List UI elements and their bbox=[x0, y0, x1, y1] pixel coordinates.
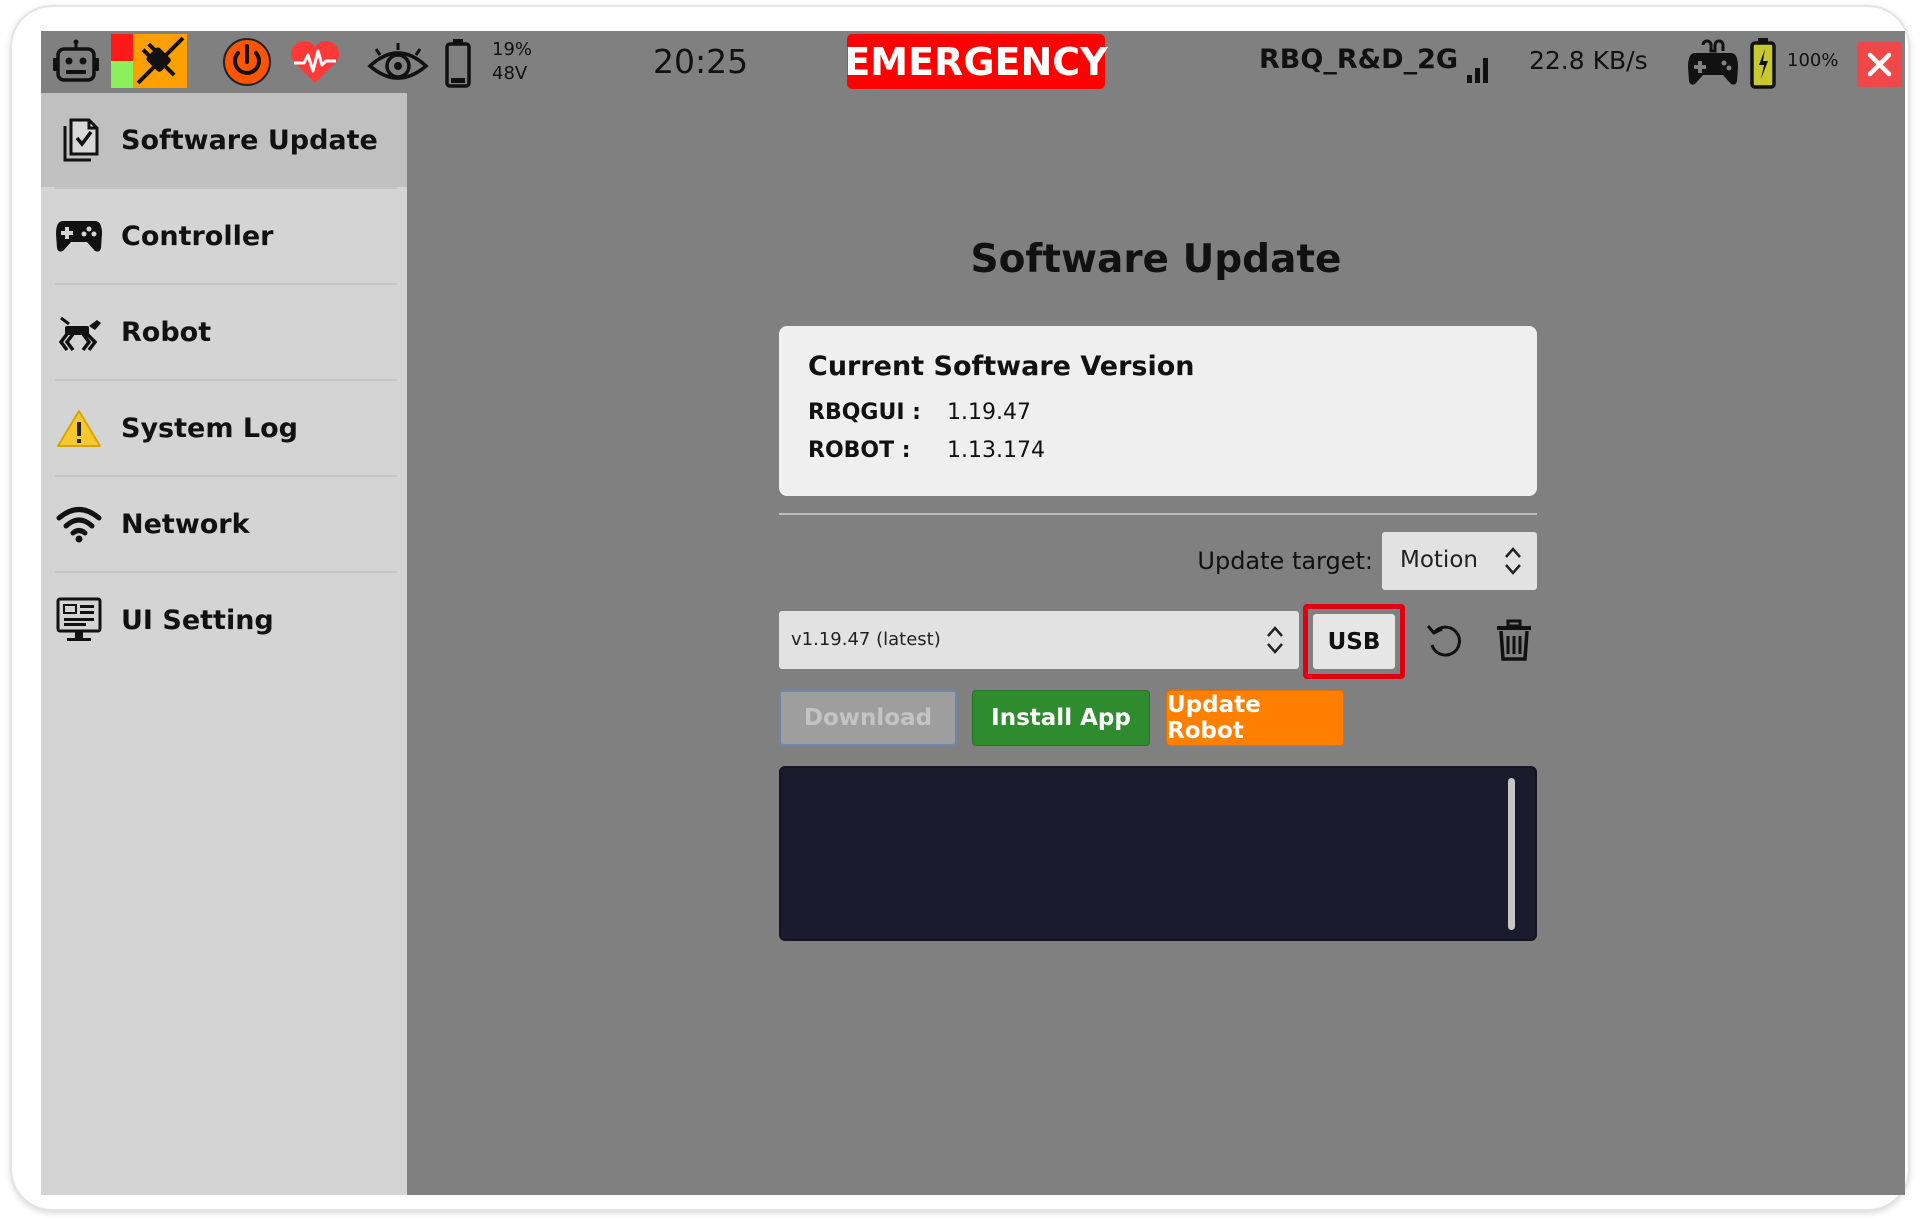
updown-chevron-icon bbox=[1265, 624, 1285, 660]
close-button[interactable] bbox=[1857, 42, 1902, 87]
battery-icon bbox=[443, 38, 473, 88]
card-title: Current Software Version bbox=[808, 351, 1195, 382]
sidebar-item-software-update[interactable]: Software Update bbox=[41, 93, 407, 187]
robot-dog-icon bbox=[55, 308, 103, 356]
status-bar: 19% 48V 20:25 EMERGENCY RBQ_R&D_2G 22.8 … bbox=[41, 31, 1905, 93]
controller-battery-icon bbox=[1749, 37, 1777, 89]
usb-button[interactable]: USB bbox=[1313, 614, 1395, 669]
sidebar-item-robot[interactable]: Robot bbox=[41, 285, 407, 379]
sidebar-item-label: Software Update bbox=[121, 124, 378, 156]
version-select-value: v1.19.47 (latest) bbox=[791, 629, 941, 650]
power-plug-icon bbox=[111, 34, 187, 88]
refresh-icon bbox=[1426, 625, 1461, 657]
delete-button[interactable] bbox=[1496, 619, 1532, 665]
battery-percent: 19% bbox=[492, 39, 533, 60]
robot-version-label: ROBOT : bbox=[808, 438, 911, 463]
battery-voltage: 48V bbox=[492, 63, 528, 84]
monitor-icon bbox=[55, 596, 103, 644]
current-version-card: Current Software Version RBQGUI : 1.19.4… bbox=[779, 326, 1537, 496]
network-name: RBQ_R&D_2G bbox=[1259, 44, 1459, 75]
sidebar-item-system-log[interactable]: System Log bbox=[41, 381, 407, 475]
page-title: Software Update bbox=[970, 237, 1342, 282]
power-icon[interactable] bbox=[221, 37, 273, 87]
update-robot-button[interactable]: Update Robot bbox=[1166, 690, 1344, 746]
install-app-button[interactable]: Install App bbox=[972, 690, 1150, 746]
update-target-select[interactable]: Motion bbox=[1382, 532, 1537, 590]
app-screen: 19% 48V 20:25 EMERGENCY RBQ_R&D_2G 22.8 … bbox=[41, 31, 1905, 1195]
trash-icon bbox=[1497, 619, 1531, 661]
signal-icon bbox=[1465, 55, 1493, 85]
clock: 20:25 bbox=[653, 42, 749, 81]
eye-icon bbox=[367, 42, 429, 84]
emergency-button[interactable]: EMERGENCY bbox=[844, 34, 1108, 89]
heartbeat-icon bbox=[288, 39, 342, 85]
sidebar-item-label: System Log bbox=[121, 412, 298, 444]
sidebar-item-ui-setting[interactable]: UI Setting bbox=[41, 573, 407, 667]
gamepad-icon bbox=[1687, 39, 1739, 87]
version-select[interactable]: v1.19.47 (latest) bbox=[779, 611, 1299, 669]
download-button[interactable]: Download bbox=[779, 690, 957, 746]
update-target-label: Update target: bbox=[1197, 547, 1373, 575]
log-console[interactable] bbox=[779, 766, 1537, 941]
log-scrollbar[interactable] bbox=[1508, 778, 1515, 930]
robot-version-value: 1.13.174 bbox=[947, 438, 1045, 463]
sidebar: Software Update Controller Robot System … bbox=[41, 93, 407, 1195]
robot-icon bbox=[51, 39, 101, 85]
device-frame: 19% 48V 20:25 EMERGENCY RBQ_R&D_2G 22.8 … bbox=[12, 7, 1908, 1209]
sidebar-item-label: Network bbox=[121, 508, 250, 540]
wifi-icon bbox=[55, 500, 103, 548]
update-target-value: Motion bbox=[1400, 547, 1478, 573]
sidebar-item-label: Controller bbox=[121, 220, 274, 252]
rbqgui-version-label: RBQGUI : bbox=[808, 400, 921, 425]
section-divider bbox=[779, 513, 1537, 515]
updown-chevron-icon bbox=[1503, 545, 1523, 581]
controller-battery-percent: 100% bbox=[1787, 50, 1839, 71]
software-update-icon bbox=[55, 116, 103, 164]
sidebar-item-controller[interactable]: Controller bbox=[41, 189, 407, 283]
sidebar-item-label: UI Setting bbox=[121, 604, 274, 636]
sidebar-item-label: Robot bbox=[121, 316, 212, 348]
sidebar-item-network[interactable]: Network bbox=[41, 477, 407, 571]
rbqgui-version-value: 1.19.47 bbox=[947, 400, 1031, 425]
warning-icon bbox=[55, 404, 103, 452]
throughput: 22.8 KB/s bbox=[1529, 46, 1648, 75]
gamepad-icon bbox=[55, 212, 103, 260]
close-icon bbox=[1867, 52, 1892, 77]
refresh-button[interactable] bbox=[1425, 621, 1465, 665]
